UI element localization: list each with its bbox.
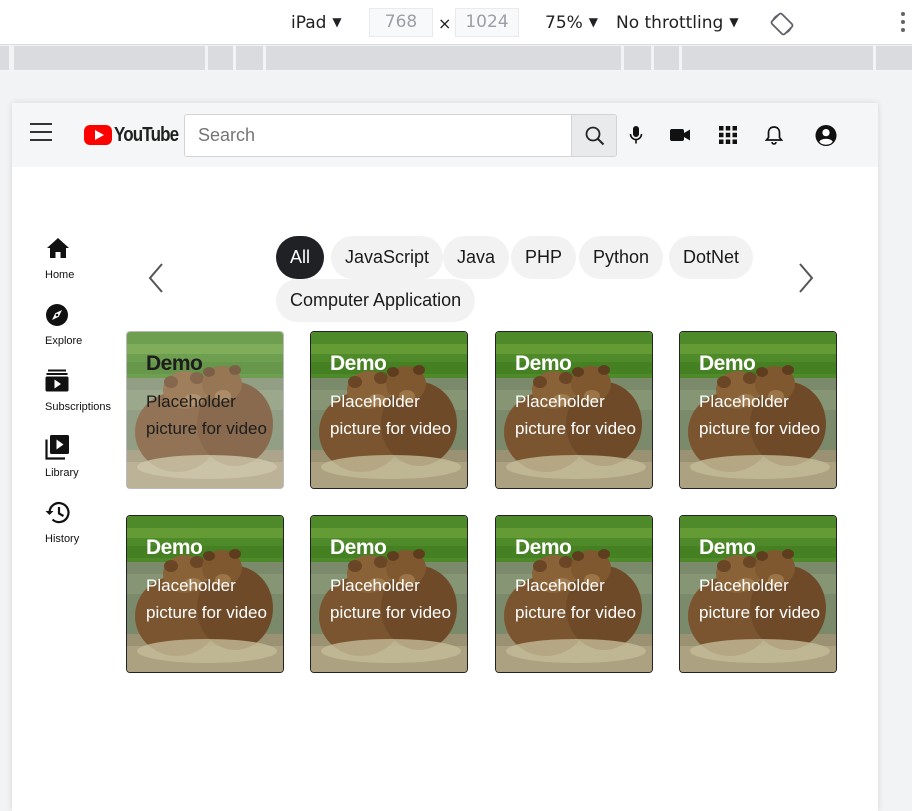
- card-description: Placeholder picture for video: [515, 576, 636, 622]
- card-title: Demo: [146, 536, 203, 559]
- sidebar-item-history[interactable]: History: [34, 500, 114, 560]
- devtools-device-toolbar: iPad ▼ 768 × 1024 75% ▼ No throttling ▼: [0, 0, 912, 45]
- card-description: Placeholder picture for video: [146, 392, 267, 438]
- chip-php[interactable]: PHP: [511, 236, 577, 279]
- compass-icon: [46, 304, 68, 326]
- chip-java[interactable]: Java: [443, 236, 510, 279]
- device-name: iPad: [291, 13, 327, 33]
- card-description: Placeholder picture for video: [699, 392, 820, 438]
- chip-all[interactable]: All: [276, 236, 325, 279]
- media-query-segment[interactable]: [266, 46, 624, 70]
- chip-dotnet[interactable]: DotNet: [669, 236, 754, 279]
- more-options-icon[interactable]: [900, 12, 906, 34]
- account-avatar-icon[interactable]: [815, 124, 837, 146]
- video-card[interactable]: Demo Placeholder picture for video: [679, 515, 837, 673]
- video-card[interactable]: Demo Placeholder picture for video: [126, 515, 284, 673]
- video-card[interactable]: Demo Placeholder picture for video: [495, 331, 653, 489]
- card-description: Placeholder picture for video: [699, 576, 820, 622]
- sidebar-item-label: Subscriptions: [45, 401, 112, 413]
- media-query-segment[interactable]: [14, 46, 208, 70]
- menu-icon[interactable]: [30, 123, 52, 141]
- video-card[interactable]: Demo Placeholder picture for video: [679, 331, 837, 489]
- microphone-icon[interactable]: [625, 124, 647, 146]
- home-icon: [47, 238, 69, 258]
- sidebar-item-subscriptions[interactable]: Subscriptions: [34, 368, 114, 428]
- media-query-segment[interactable]: [208, 46, 236, 70]
- card-title: Demo: [330, 536, 387, 559]
- search-input[interactable]: [185, 115, 571, 156]
- sidebar-item-label: Explore: [45, 335, 83, 347]
- card-description: Placeholder picture for video: [146, 576, 267, 622]
- search-box: [184, 114, 617, 157]
- sidebar-item-label: History: [45, 533, 80, 545]
- notifications-bell-icon[interactable]: [763, 124, 785, 146]
- card-title: Demo: [515, 352, 572, 375]
- media-query-segment[interactable]: [236, 46, 266, 70]
- history-icon: [45, 501, 70, 524]
- sidebar-item-explore[interactable]: Explore: [34, 302, 114, 362]
- dimension-separator: ×: [438, 14, 452, 33]
- throttling-select[interactable]: No throttling ▼: [616, 13, 739, 33]
- brand-name: YouTube: [114, 123, 179, 146]
- card-description: Placeholder picture for video: [515, 392, 636, 438]
- create-video-icon[interactable]: [669, 124, 691, 146]
- sidebar-item-label: Library: [45, 467, 79, 479]
- device-viewport: YouTube Home Explor: [12, 103, 878, 811]
- dropdown-triangle-icon: ▼: [332, 15, 342, 29]
- dropdown-triangle-icon: ▼: [729, 15, 739, 29]
- card-title: Demo: [330, 352, 387, 375]
- sidebar-item-label: Home: [45, 269, 75, 281]
- library-icon: [45, 435, 69, 460]
- card-title: Demo: [146, 352, 203, 375]
- subscriptions-icon: [45, 369, 69, 392]
- dropdown-triangle-icon: ▼: [588, 15, 599, 29]
- youtube-logo[interactable]: YouTube: [84, 123, 190, 147]
- media-query-segment[interactable]: [624, 46, 654, 70]
- chip-python[interactable]: Python: [579, 236, 664, 279]
- width-input[interactable]: 768: [369, 8, 433, 37]
- throttling-value: No throttling: [616, 13, 724, 33]
- media-query-segment[interactable]: [682, 46, 876, 70]
- media-query-segment[interactable]: [654, 46, 682, 70]
- youtube-play-icon: [84, 125, 112, 145]
- chip-javascript[interactable]: JavaScript: [331, 236, 444, 279]
- search-icon: [585, 126, 604, 145]
- device-select[interactable]: iPad ▼: [291, 13, 342, 33]
- card-title: Demo: [515, 536, 572, 559]
- chips-next-arrow-icon[interactable]: [796, 262, 816, 294]
- video-card[interactable]: Demo Placeholder picture for video: [310, 331, 468, 489]
- media-query-segment[interactable]: [876, 46, 912, 70]
- zoom-value: 75%: [545, 13, 583, 33]
- search-button[interactable]: [571, 115, 616, 156]
- media-query-bar: [0, 46, 912, 70]
- video-card[interactable]: Demo Placeholder picture for video: [495, 515, 653, 673]
- sidebar-item-home[interactable]: Home: [34, 236, 114, 296]
- video-card[interactable]: Demo Placeholder picture for video: [310, 515, 468, 673]
- chips-prev-arrow-icon[interactable]: [146, 262, 166, 294]
- sidebar-item-library[interactable]: Library: [34, 434, 114, 494]
- card-description: Placeholder picture for video: [330, 392, 451, 438]
- card-title: Demo: [699, 536, 756, 559]
- media-query-segment[interactable]: [0, 46, 12, 70]
- chip-computer-application[interactable]: Computer Application: [276, 279, 476, 322]
- height-input[interactable]: 1024: [455, 8, 519, 37]
- video-card[interactable]: Demo Placeholder picture for video: [126, 331, 284, 489]
- apps-grid-icon[interactable]: [717, 124, 739, 146]
- card-description: Placeholder picture for video: [330, 576, 451, 622]
- card-title: Demo: [699, 352, 756, 375]
- youtube-header: YouTube: [12, 103, 878, 167]
- zoom-select[interactable]: 75% ▼: [545, 13, 598, 33]
- rotate-icon[interactable]: [770, 12, 794, 36]
